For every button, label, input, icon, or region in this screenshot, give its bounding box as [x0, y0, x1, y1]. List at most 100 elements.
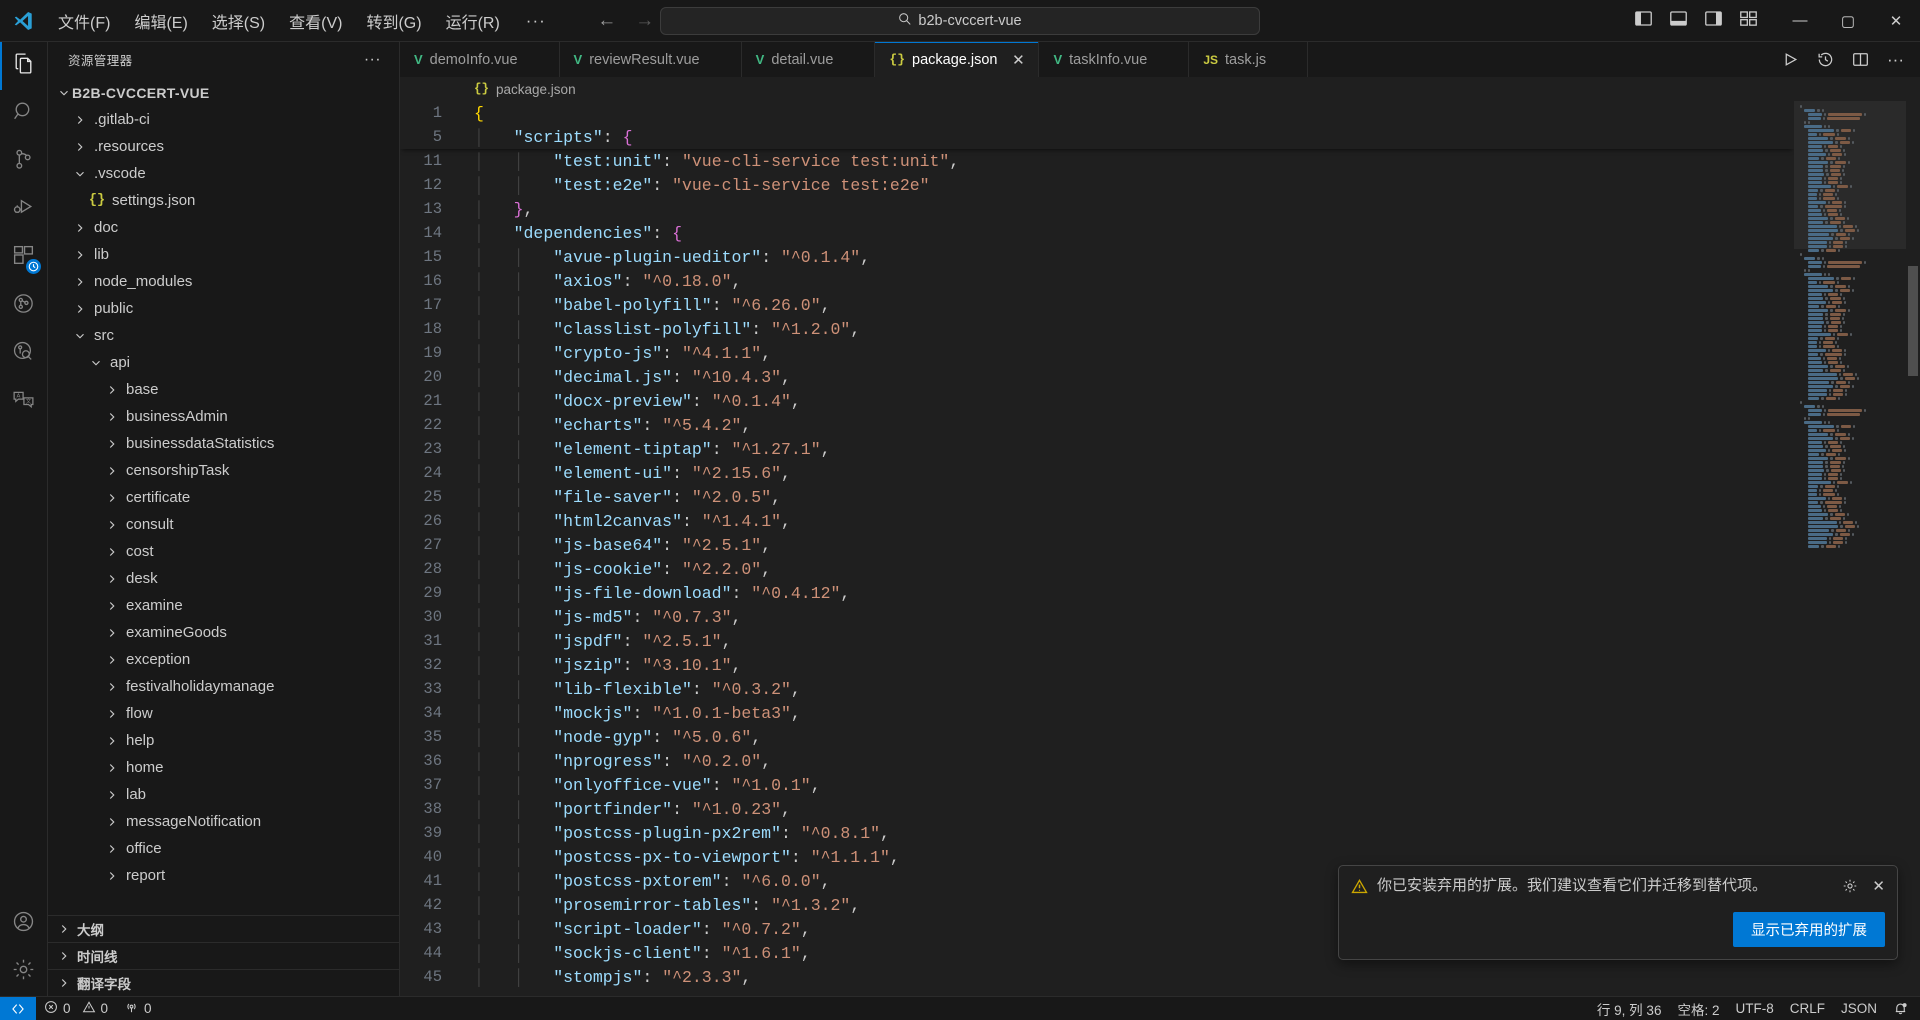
- status-language-mode[interactable]: JSON: [1833, 997, 1885, 1020]
- activity-item-search[interactable]: [0, 90, 48, 138]
- tree-item-node-modules[interactable]: node_modules: [48, 268, 399, 295]
- status-eol[interactable]: CRLF: [1782, 997, 1833, 1020]
- code-line[interactable]: 14 │ "dependencies": {: [400, 221, 1794, 245]
- sidebar-panel-0[interactable]: 大纲: [48, 915, 399, 942]
- activity-item-extensions[interactable]: [0, 234, 48, 282]
- activity-item-settings[interactable]: [0, 948, 48, 996]
- tree-item-api[interactable]: api: [48, 349, 399, 376]
- activity-item-source-control[interactable]: [0, 138, 48, 186]
- toggle-primary-sidebar-icon[interactable]: [1634, 9, 1653, 33]
- code-line[interactable]: 38 │ │ "portfinder": "^1.0.23",: [400, 797, 1794, 821]
- notification-gear-icon[interactable]: [1842, 878, 1858, 894]
- activity-item-run-and-debug[interactable]: [0, 186, 48, 234]
- window-minimize-button[interactable]: —: [1776, 0, 1824, 42]
- tree-item-messagenotification[interactable]: messageNotification: [48, 808, 399, 835]
- code-line[interactable]: 13 │ },: [400, 197, 1794, 221]
- tree-item-public[interactable]: public: [48, 295, 399, 322]
- code-line[interactable]: 20 │ │ "decimal.js": "^10.4.3",: [400, 365, 1794, 389]
- activity-item-gitlens[interactable]: [0, 282, 48, 330]
- code-line[interactable]: 1{: [400, 101, 1794, 125]
- tree-root-folder[interactable]: B2B-CVCCERT-VUE: [48, 79, 399, 106]
- tree-item-examine[interactable]: examine: [48, 592, 399, 619]
- status-cursor-position[interactable]: 行 9, 列 36: [1589, 997, 1670, 1020]
- status-ports[interactable]: 0: [116, 997, 160, 1020]
- editor-tab-detail-vue[interactable]: Vdetail.vue✕: [741, 42, 876, 77]
- run-icon[interactable]: [1782, 51, 1799, 68]
- sidebar-more-actions-icon[interactable]: ···: [364, 51, 389, 69]
- code-line[interactable]: 19 │ │ "crypto-js": "^4.1.1",: [400, 341, 1794, 365]
- status-indentation[interactable]: 空格: 2: [1669, 997, 1727, 1020]
- minimap[interactable]: [1794, 101, 1906, 996]
- tree-item-settings-json[interactable]: {} settings.json: [48, 187, 399, 214]
- tree-item-cost[interactable]: cost: [48, 538, 399, 565]
- code-line[interactable]: 31 │ │ "jspdf": "^2.5.1",: [400, 629, 1794, 653]
- window-close-button[interactable]: ✕: [1872, 0, 1920, 42]
- editor-tab-task-js[interactable]: JStask.js✕: [1189, 42, 1309, 77]
- history-icon[interactable]: [1817, 51, 1834, 68]
- tree-item-exception[interactable]: exception: [48, 646, 399, 673]
- code-line[interactable]: 35 │ │ "node-gyp": "^5.0.6",: [400, 725, 1794, 749]
- code-line[interactable]: 27 │ │ "js-base64": "^2.5.1",: [400, 533, 1794, 557]
- command-center-search[interactable]: b2b-cvccert-vue: [660, 6, 1260, 35]
- code-line[interactable]: 29 │ │ "js-file-download": "^0.4.12",: [400, 581, 1794, 605]
- editor-tab-reviewresult-vue[interactable]: VreviewResult.vue✕: [559, 42, 742, 77]
- activity-item-explorer[interactable]: [0, 42, 48, 90]
- tree-item-consult[interactable]: consult: [48, 511, 399, 538]
- tree-item-businessadmin[interactable]: businessAdmin: [48, 403, 399, 430]
- remote-indicator-icon[interactable]: [0, 996, 36, 1020]
- window-maximize-button[interactable]: ▢: [1824, 0, 1872, 42]
- code-line[interactable]: 34 │ │ "mockjs": "^1.0.1-beta3",: [400, 701, 1794, 725]
- tree-item-desk[interactable]: desk: [48, 565, 399, 592]
- tree-item-home[interactable]: home: [48, 754, 399, 781]
- editor-tab-demoinfo-vue[interactable]: VdemoInfo.vue✕: [400, 42, 560, 77]
- toggle-panel-icon[interactable]: [1669, 9, 1688, 33]
- file-tree[interactable]: B2B-CVCCERT-VUE .gitlab-ci .resources .vsc…: [48, 77, 399, 915]
- menu-edit[interactable]: 编辑(E): [122, 4, 199, 38]
- editor-scrollbar-thumb[interactable]: [1908, 266, 1918, 376]
- menu-file[interactable]: 文件(F): [46, 4, 122, 38]
- code-line[interactable]: 37 │ │ "onlyoffice-vue": "^1.0.1",: [400, 773, 1794, 797]
- breadcrumb[interactable]: {} package.json: [400, 77, 1920, 101]
- code-line[interactable]: 33 │ │ "lib-flexible": "^0.3.2",: [400, 677, 1794, 701]
- code-line[interactable]: 36 │ │ "nprogress": "^0.2.0",: [400, 749, 1794, 773]
- activity-item-gitlens-inspect[interactable]: [0, 330, 48, 378]
- customize-layout-icon[interactable]: [1739, 9, 1758, 33]
- more-actions-icon[interactable]: ···: [1887, 51, 1904, 68]
- tree-item-report[interactable]: report: [48, 862, 399, 889]
- sidebar-panel-2[interactable]: 翻译字段: [48, 969, 399, 996]
- tree-item-festivalholidaymanage[interactable]: festivalholidaymanage: [48, 673, 399, 700]
- code-line[interactable]: 32 │ │ "jszip": "^3.10.1",: [400, 653, 1794, 677]
- status-problems[interactable]: 0 0: [36, 997, 116, 1020]
- tree-item-flow[interactable]: flow: [48, 700, 399, 727]
- menu-go[interactable]: 转到(G): [354, 4, 433, 38]
- tree-item-censorshiptask[interactable]: censorshipTask: [48, 457, 399, 484]
- navigate-back-icon[interactable]: ←: [596, 10, 618, 32]
- tree-item-lib[interactable]: lib: [48, 241, 399, 268]
- split-editor-icon[interactable]: [1852, 51, 1869, 68]
- editor-tab-package-json[interactable]: {} package.json ✕: [875, 42, 1040, 77]
- code-line[interactable]: 18 │ │ "classlist-polyfill": "^1.2.0",: [400, 317, 1794, 341]
- tree-item-examinegoods[interactable]: examineGoods: [48, 619, 399, 646]
- code-line[interactable]: 11 │ │ "test:unit": "vue-cli-service test…: [400, 149, 1794, 173]
- menu-run[interactable]: 运行(R): [434, 4, 512, 38]
- code-line[interactable]: 24 │ │ "element-ui": "^2.15.6",: [400, 461, 1794, 485]
- menu-view[interactable]: 查看(V): [277, 4, 354, 38]
- sticky-scroll[interactable]: 1{5 │ "scripts": {: [400, 101, 1794, 149]
- toggle-secondary-sidebar-icon[interactable]: [1704, 9, 1723, 33]
- code-line[interactable]: 5 │ "scripts": {: [400, 125, 1794, 149]
- editor-scrollbar[interactable]: [1906, 101, 1920, 996]
- notification-close-icon[interactable]: ✕: [1872, 877, 1885, 895]
- activity-item-translate[interactable]: A 文: [0, 378, 48, 426]
- show-deprecated-extensions-button[interactable]: 显示已弃用的扩展: [1733, 912, 1885, 947]
- code-line[interactable]: 23 │ │ "element-tiptap": "^1.27.1",: [400, 437, 1794, 461]
- code-line[interactable]: 12 │ │ "test:e2e": "vue-cli-service test:…: [400, 173, 1794, 197]
- tree-item-doc[interactable]: doc: [48, 214, 399, 241]
- tree-item-office[interactable]: office: [48, 835, 399, 862]
- code-line[interactable]: 15 │ │ "avue-plugin-ueditor": "^0.1.4",: [400, 245, 1794, 269]
- tree-item--gitlab-ci[interactable]: .gitlab-ci: [48, 106, 399, 133]
- tree-item--vscode[interactable]: .vscode: [48, 160, 399, 187]
- menu-more-icon[interactable]: ···: [512, 9, 560, 33]
- tree-item--resources[interactable]: .resources: [48, 133, 399, 160]
- status-encoding[interactable]: UTF-8: [1727, 997, 1781, 1020]
- tree-item-src[interactable]: src: [48, 322, 399, 349]
